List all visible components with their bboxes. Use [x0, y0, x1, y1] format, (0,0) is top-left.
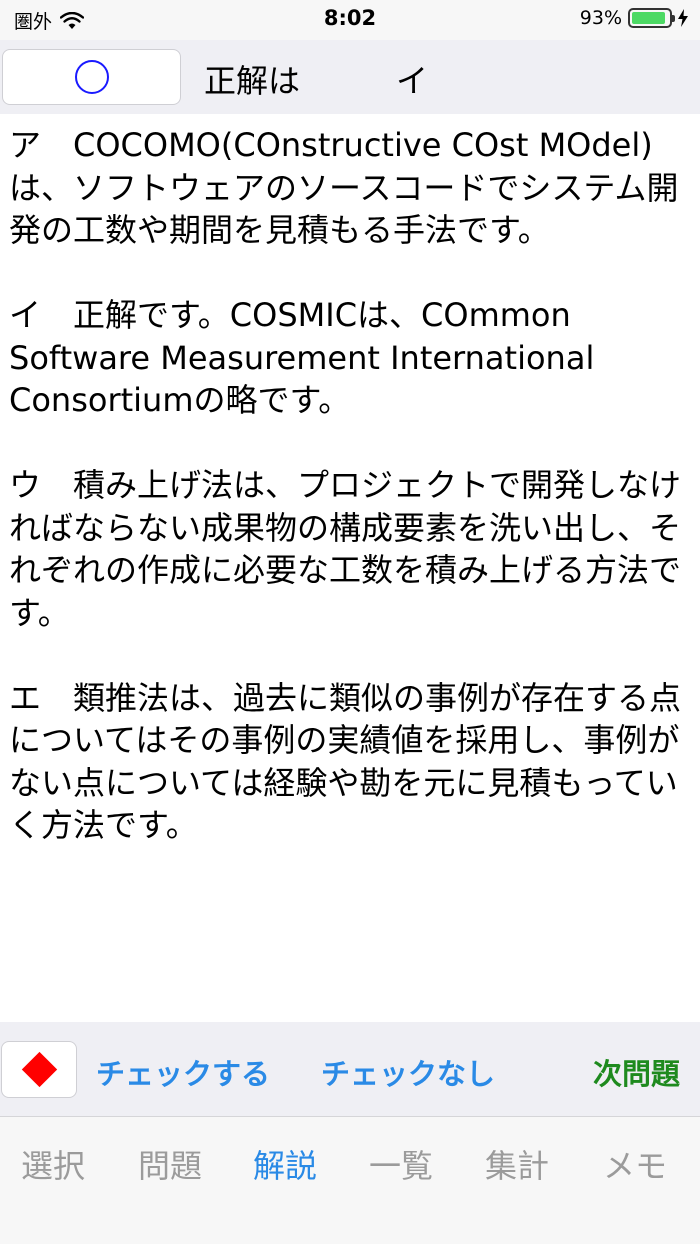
answer-value: イ	[396, 62, 429, 100]
answer-row: 正解は イ	[0, 40, 700, 114]
result-mark-box	[2, 49, 181, 105]
tab-memo[interactable]: メモ	[603, 1141, 667, 1187]
check-toolbar: チェックする チェックなし 次問題	[0, 1022, 700, 1116]
next-question-button[interactable]: 次問題	[593, 1051, 680, 1093]
battery-percent: 93%	[579, 7, 622, 29]
home-indicator-area	[0, 1206, 700, 1244]
circle-mark-icon	[74, 60, 109, 94]
battery-fill	[632, 12, 666, 24]
tab-explanation[interactable]: 解説	[253, 1141, 317, 1187]
explanation-text: ア COCOMO(COnstructive COst MOdel)は、ソフトウェ…	[9, 126, 682, 844]
tab-bar: 選択 問題 解説 一覧 集計 メモ	[0, 1116, 700, 1206]
charging-icon	[678, 9, 688, 27]
check-button[interactable]: チェックする	[96, 1051, 270, 1093]
tab-question[interactable]: 問題	[138, 1141, 202, 1187]
battery-icon	[628, 8, 675, 28]
status-bar: 圏外 8:02 93%	[0, 0, 700, 40]
answer-label: 正解は	[204, 62, 301, 100]
tab-summary[interactable]: 集計	[485, 1141, 549, 1187]
status-right: 93%	[580, 7, 688, 29]
diamond-marker-icon	[21, 1051, 57, 1088]
uncheck-button[interactable]: チェックなし	[321, 1051, 495, 1093]
tab-list[interactable]: 一覧	[369, 1141, 433, 1187]
tab-select[interactable]: 選択	[21, 1141, 85, 1187]
check-marker-box	[1, 1041, 77, 1098]
